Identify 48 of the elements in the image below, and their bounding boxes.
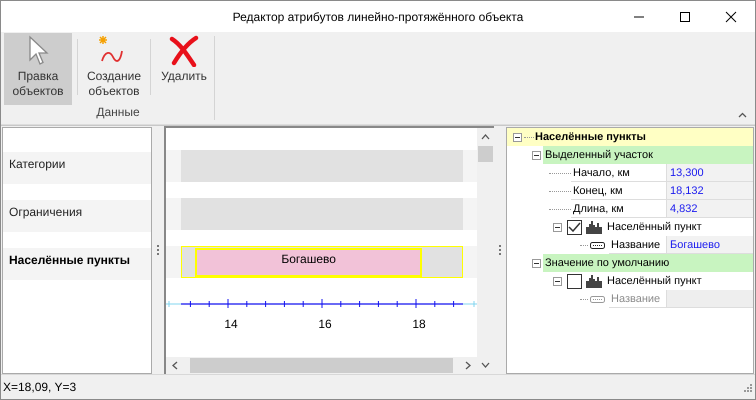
value-field[interactable] — [667, 290, 753, 308]
collapse-icon[interactable] — [532, 258, 541, 268]
scroll-thumb[interactable] — [478, 146, 493, 162]
window-title: Редактор атрибутов линейно-протяжённого объекта — [232, 10, 524, 24]
property-value[interactable]: 13,300 — [667, 164, 753, 182]
buildings-icon — [586, 274, 602, 288]
tick-label: 18 — [412, 317, 426, 331]
tree-item[interactable]: Населённый пункт — [607, 275, 702, 287]
collapse-icon[interactable] — [553, 276, 562, 286]
group-label: Данные — [95, 105, 140, 119]
resize-grip-icon[interactable] — [742, 382, 752, 392]
layer-item[interactable]: Ограничения — [3, 200, 151, 232]
scroll-right-icon[interactable] — [464, 361, 472, 370]
tree-item[interactable]: Населённый пункт — [607, 221, 702, 233]
text-field-icon — [590, 242, 605, 248]
layer-item[interactable]: Категории — [3, 152, 151, 184]
layer-item[interactable]: Населённые пункты — [3, 248, 151, 280]
tree-group[interactable]: Выделенный участок — [543, 146, 753, 164]
collapse-icon[interactable] — [513, 132, 522, 142]
text-field-icon — [590, 296, 605, 302]
property-value[interactable]: Богашево — [667, 236, 753, 254]
collapse-icon[interactable] — [532, 150, 541, 160]
scroll-down-icon[interactable] — [481, 361, 490, 369]
splitter-handle-icon[interactable] — [498, 244, 502, 256]
status-text: X=18,09, Y=3 — [3, 380, 76, 394]
buildings-icon — [586, 220, 602, 234]
cursor-icon — [27, 35, 49, 67]
ribbon-button[interactable]: Правка объектов — [4, 33, 72, 105]
tree-group[interactable]: Значение по умолчанию — [543, 254, 753, 272]
checkbox[interactable] — [567, 220, 582, 234]
maximize-icon[interactable] — [679, 10, 691, 22]
ribbon-button[interactable]: Создание объектов — [83, 33, 145, 105]
property-value[interactable]: 18,132 — [667, 182, 753, 200]
close-icon[interactable] — [725, 10, 737, 22]
delete-icon — [168, 35, 200, 67]
ribbon-button[interactable]: Удалить — [156, 33, 212, 105]
tree-header: Населённые пункты — [535, 131, 646, 143]
checkbox[interactable] — [567, 274, 582, 288]
segment[interactable]: Богашево — [195, 248, 422, 277]
splitter-handle-icon[interactable] — [156, 244, 160, 256]
tick-label: 14 — [224, 317, 238, 331]
property-value[interactable]: 4,832 — [667, 200, 753, 218]
scroll-up-icon[interactable] — [481, 133, 490, 141]
tick-label: 16 — [318, 317, 332, 331]
horizontal-scrollbar[interactable] — [166, 357, 477, 374]
collapse-icon[interactable] — [553, 222, 562, 232]
scroll-left-icon[interactable] — [171, 361, 179, 370]
chevron-up-icon[interactable] — [738, 112, 747, 118]
